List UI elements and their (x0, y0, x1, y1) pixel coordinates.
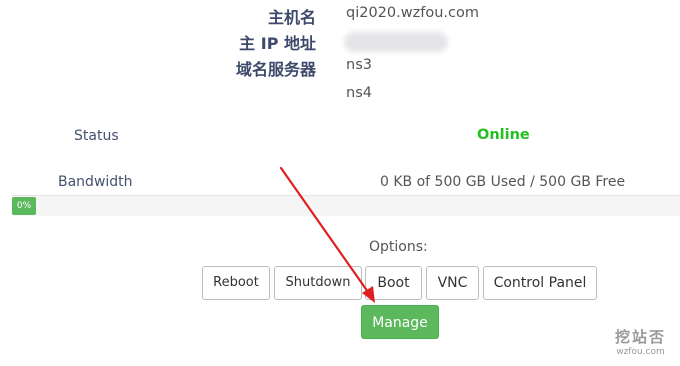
ip-value-redacted (344, 32, 448, 52)
bandwidth-progress-bar: 0% (12, 195, 680, 216)
nameserver-row: 域名服务器 ns3 (0, 56, 680, 82)
nameserver-1: ns3 (346, 57, 372, 73)
ip-row: 主 IP 地址 (0, 30, 680, 56)
boot-button[interactable]: Boot (365, 266, 422, 300)
nameserver-label: 域名服务器 (235, 60, 316, 79)
bandwidth-progress-label: 0% (12, 197, 36, 215)
shutdown-button[interactable]: Shutdown (274, 266, 362, 300)
nameserver-row-2: ns4 (0, 84, 680, 110)
hostname-label: 主机名 (267, 8, 316, 27)
hostname-value: qi2020.wzfou.com (346, 5, 479, 21)
watermark: 挖站否 wzfou.com (615, 326, 666, 357)
manage-button[interactable]: Manage (361, 305, 439, 339)
vnc-button[interactable]: VNC (426, 266, 479, 300)
watermark-title: 挖站否 (614, 328, 666, 346)
ip-label: 主 IP 地址 (239, 34, 316, 53)
bandwidth-usage: 0 KB of 500 GB Used / 500 GB Free (380, 174, 626, 190)
status-label: Status (74, 128, 119, 144)
server-details-page: 主机名 qi2020.wzfou.com 主 IP 地址 域名服务器 ns3 n… (0, 0, 680, 366)
reboot-button[interactable]: Reboot (202, 266, 270, 300)
status-value: Online (477, 127, 530, 143)
control-panel-button[interactable]: Control Panel (483, 266, 597, 300)
options-label: Options: (369, 239, 428, 255)
hostname-row: 主机名 qi2020.wzfou.com (0, 4, 680, 30)
nameserver-2: ns4 (346, 85, 372, 101)
watermark-domain: wzfou.com (616, 347, 665, 357)
bandwidth-label: Bandwidth (58, 174, 133, 190)
